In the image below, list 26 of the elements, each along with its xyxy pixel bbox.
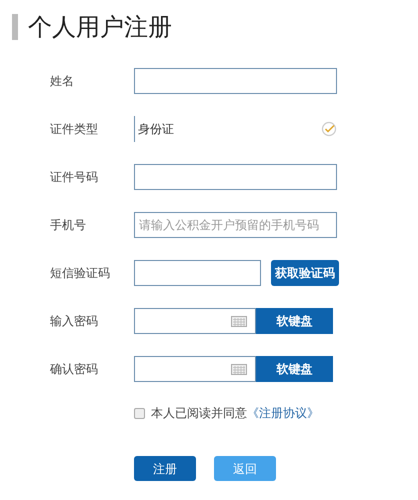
select-field[interactable]: 身份证 — [134, 116, 321, 142]
field-label: 证件号码 — [49, 169, 99, 186]
field-label: 证件类型 — [49, 121, 99, 138]
soft-keyboard-button[interactable]: 软键盘 — [256, 356, 333, 382]
agreement-text: 本人已阅读并同意 — [151, 405, 247, 422]
keyboard-icon — [231, 316, 247, 326]
input-field[interactable]: 请输入公积金开户预留的手机号码 — [134, 212, 337, 238]
register-button[interactable]: 注册 — [134, 456, 196, 481]
field-label: 确认密码 — [49, 361, 99, 378]
input-field[interactable] — [134, 68, 337, 94]
soft-keyboard-button[interactable]: 软键盘 — [256, 308, 333, 334]
input-field[interactable] — [134, 164, 337, 190]
title-bar-accent — [12, 14, 18, 40]
field-label: 短信验证码 — [49, 265, 111, 282]
page-title: 个人用户注册 — [28, 12, 172, 42]
agreement-checkbox[interactable] — [134, 408, 145, 418]
field-label: 手机号 — [49, 217, 87, 234]
field-label: 输入密码 — [49, 313, 99, 330]
agreement-link[interactable]: 《注册协议》 — [247, 404, 319, 422]
check-circle-icon — [321, 121, 337, 137]
password-field[interactable] — [134, 356, 256, 382]
keyboard-icon — [231, 364, 247, 374]
get-code-button[interactable]: 获取验证码 — [271, 260, 339, 286]
password-field[interactable] — [134, 308, 256, 334]
field-label: 姓名 — [49, 73, 75, 90]
input-field[interactable] — [134, 260, 261, 286]
